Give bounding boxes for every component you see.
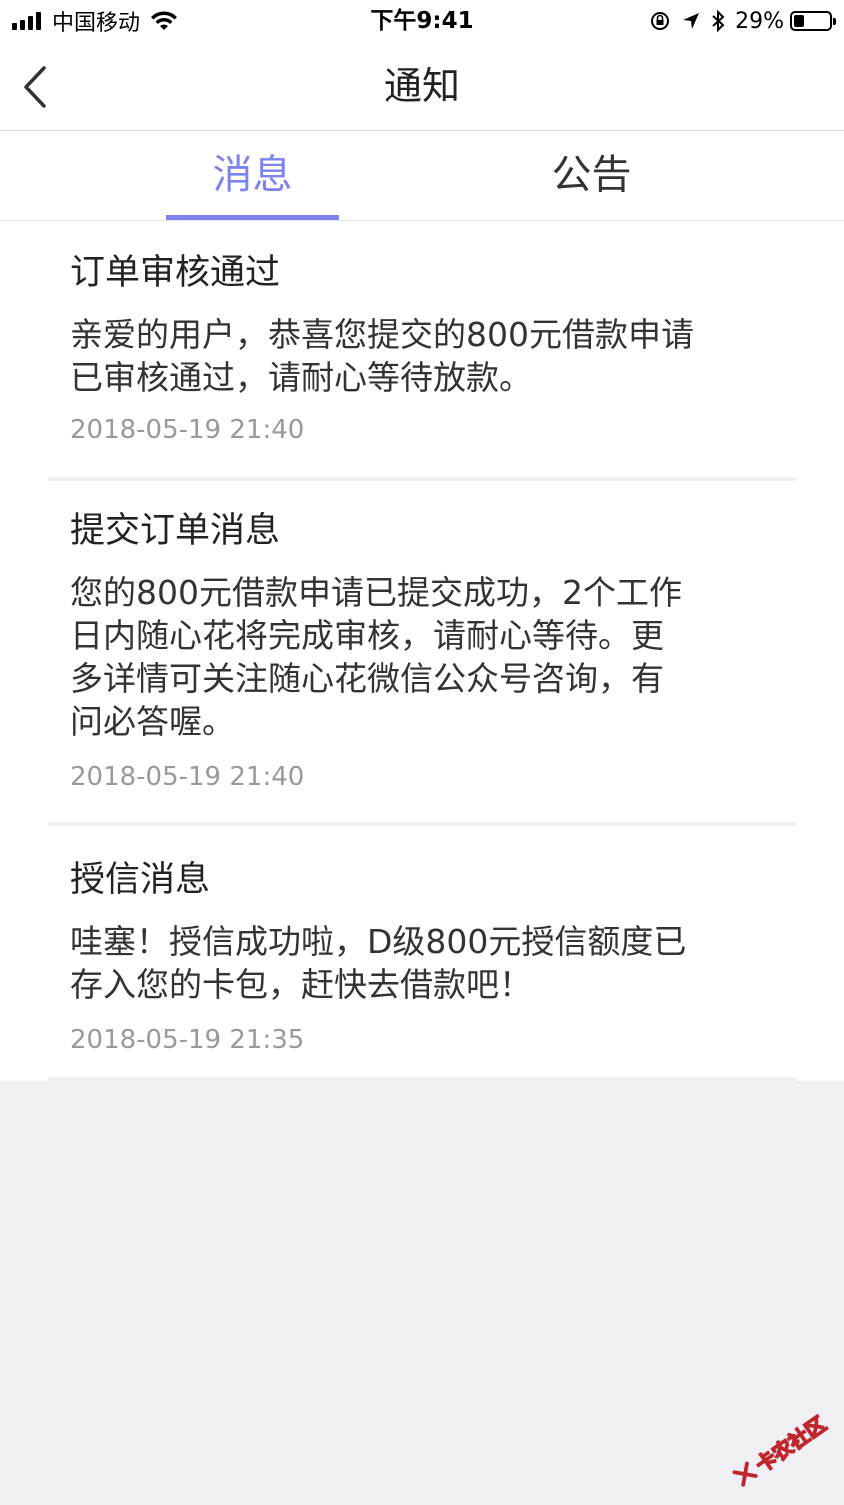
tab-bar: 消息 公告 [0,131,844,221]
nav-bar: 通知 [0,42,844,131]
message-title: 授信消息 [70,860,211,900]
tab-announcements[interactable]: 公告 [505,131,678,220]
status-right: 29% [639,6,836,36]
message-body: 亲爱的用户，恭喜您提交的800元借款申请 已审核通过，请耐心等待放款。 [70,313,774,399]
battery-icon [790,11,836,31]
message-body-line: 亲爱的用户，恭喜您提交的800元借款申请 [70,315,694,354]
message-time: 2018-05-19 21:40 [70,415,305,445]
location-icon [683,13,700,29]
status-bar: 中国移动 下午9:41 29% [0,0,844,42]
watermark: 卡农社区 [719,1395,839,1504]
message-body-line: 已审核通过，请耐心等待放款。 [70,358,532,397]
divider [48,1077,796,1081]
active-tab-indicator [166,215,339,220]
message-list: 订单审核通过 亲爱的用户，恭喜您提交的800元借款申请 已审核通过，请耐心等待放… [0,221,844,1081]
bluetooth-icon [712,10,725,32]
page-title: 通知 [383,64,460,108]
message-time: 2018-05-19 21:35 [70,1025,305,1055]
message-body-line: 哇塞！授信成功啦，D级800元授信额度已 [70,922,687,961]
list-item[interactable]: 订单审核通过 亲爱的用户，恭喜您提交的800元借款申请 已审核通过，请耐心等待放… [0,221,844,481]
message-body: 您的800元借款申请已提交成功，2个工作 日内随心花将完成审核，请耐心等待。更 … [70,571,774,743]
message-body-line: 问必答喔。 [70,702,235,741]
watermark-text: 卡农社区 [750,1411,831,1478]
message-body: 哇塞！授信成功啦，D级800元授信额度已 存入您的卡包，赶快去借款吧！ [70,920,774,1006]
message-body-line: 存入您的卡包，赶快去借款吧！ [70,965,532,1004]
battery-percent: 29% [735,8,784,34]
orientation-lock-icon [651,12,670,30]
tab-messages[interactable]: 消息 [166,131,339,220]
message-time: 2018-05-19 21:40 [70,762,305,792]
list-item[interactable]: 提交订单消息 您的800元借款申请已提交成功，2个工作 日内随心花将完成审核，请… [0,481,844,826]
message-body-line: 您的800元借款申请已提交成功，2个工作 [70,573,682,612]
list-item[interactable]: 授信消息 哇塞！授信成功啦，D级800元授信额度已 存入您的卡包，赶快去借款吧！… [0,826,844,1081]
message-body-line: 日内随心花将完成审核，请耐心等待。更 [70,616,664,655]
message-title: 提交订单消息 [70,511,281,551]
message-body-line: 多详情可关注随心花微信公众号咨询，有 [70,659,664,698]
message-title: 订单审核通过 [70,253,281,293]
